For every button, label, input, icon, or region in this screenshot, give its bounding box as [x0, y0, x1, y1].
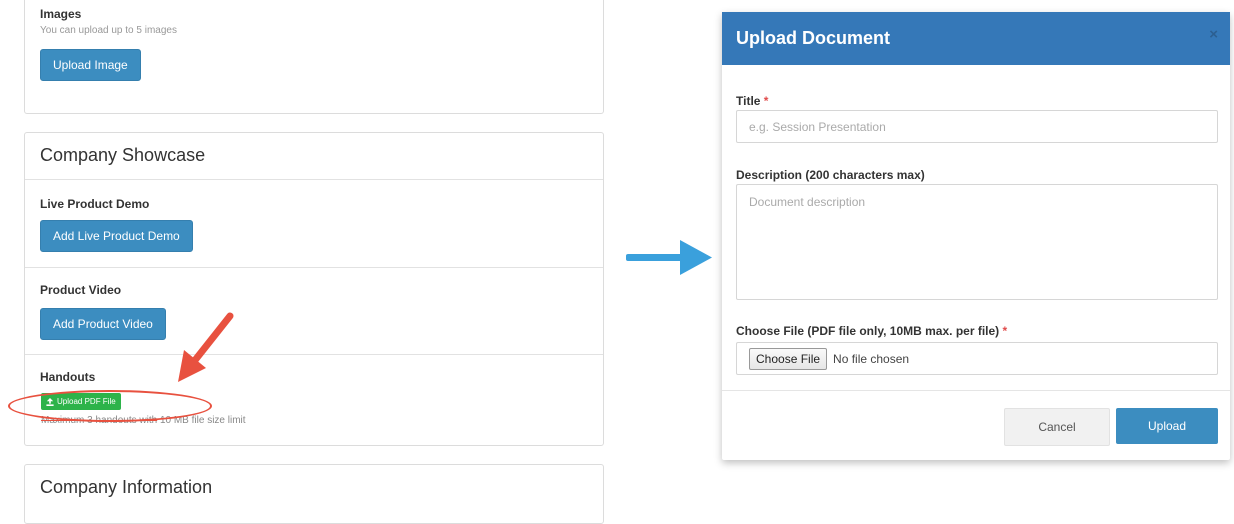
images-title: Images	[40, 7, 82, 21]
modal-header: Upload Document ×	[722, 12, 1230, 65]
upload-button[interactable]: Upload	[1116, 408, 1218, 444]
title-label-text: Title	[736, 94, 761, 108]
highlight-ellipse	[8, 390, 212, 422]
choose-file-button[interactable]: Choose File	[749, 347, 828, 370]
close-icon[interactable]: ×	[1209, 26, 1218, 43]
file-input: Choose File No file chosen	[736, 342, 1218, 375]
red-arrow-icon	[178, 312, 234, 382]
choose-file-label-text: Choose File (PDF file only, 10MB max. pe…	[736, 324, 1000, 338]
company-showcase-title: Company Showcase	[40, 145, 206, 165]
title-input[interactable]	[736, 110, 1218, 143]
product-video-row: Product Video Add Product Video	[25, 267, 603, 356]
choose-file-label: Choose File (PDF file only, 10MB max. pe…	[736, 324, 1007, 338]
file-required-mark: *	[1002, 324, 1008, 338]
modal-footer-divider	[722, 390, 1230, 391]
live-product-demo-label: Live Product Demo	[40, 197, 150, 211]
blue-arrow-icon	[626, 240, 712, 275]
upload-document-modal: Upload Document × Title * Description (2…	[722, 12, 1230, 460]
modal-title: Upload Document	[736, 28, 891, 48]
images-hint: You can upload up to 5 images	[40, 25, 177, 36]
upload-image-button[interactable]: Upload Image	[40, 49, 141, 81]
cancel-button[interactable]: Cancel	[1004, 408, 1110, 446]
add-product-video-button[interactable]: Add Product Video	[40, 308, 166, 340]
no-file-chosen-text: No file chosen	[833, 351, 910, 366]
live-product-demo-row: Live Product Demo Add Live Product Demo	[25, 179, 603, 268]
images-panel: Images You can upload up to 5 images Upl…	[24, 0, 604, 114]
description-textarea[interactable]	[736, 184, 1218, 300]
description-label: Description (200 characters max)	[736, 168, 925, 182]
company-information-panel: Company Information	[24, 464, 604, 524]
title-required-mark: *	[763, 94, 769, 108]
profile-form-pane: Images You can upload up to 5 images Upl…	[24, 0, 606, 524]
company-information-title: Company Information	[40, 477, 213, 497]
add-live-product-demo-button[interactable]: Add Live Product Demo	[40, 220, 193, 252]
product-video-label: Product Video	[40, 283, 122, 297]
handouts-label: Handouts	[40, 370, 96, 384]
title-label: Title *	[736, 94, 768, 108]
